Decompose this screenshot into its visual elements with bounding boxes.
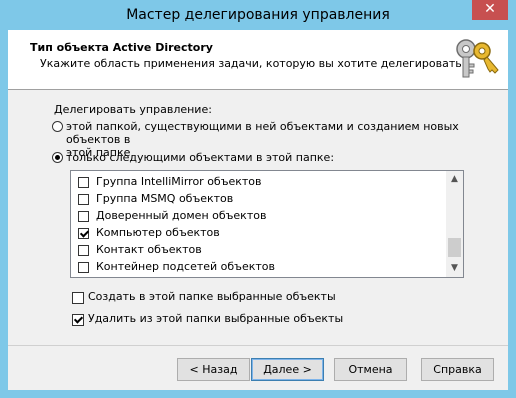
page-subtitle: Укажите область применения задачи, котор… [40, 57, 466, 70]
checkbox[interactable] [78, 261, 89, 273]
checkbox-checked[interactable] [72, 314, 84, 326]
checkbox[interactable] [78, 244, 89, 256]
wizard-window: Мастер делегирования управления ✕ Тип об… [0, 0, 516, 398]
checkbox[interactable] [72, 292, 84, 304]
radio-only-objects-label: только следующими объектами в этой папке… [66, 151, 335, 164]
delete-objects-option[interactable]: Удалить из этой папки выбранные объекты [72, 312, 343, 326]
button-separator [8, 345, 508, 346]
keys-icon [456, 39, 499, 78]
checkbox[interactable] [78, 176, 89, 188]
wizard-header: Тип объекта Active Directory Укажите обл… [8, 30, 508, 90]
scroll-down-icon[interactable]: ▼ [446, 260, 463, 277]
radio-button-selected[interactable] [52, 152, 63, 163]
checkbox[interactable] [78, 193, 89, 205]
list-item[interactable]: Контакт объектов [78, 241, 202, 258]
list-scrollbar[interactable]: ▲ ▼ [446, 171, 463, 277]
radio-button[interactable] [52, 121, 63, 132]
list-item[interactable]: Компьютер объектов [78, 224, 220, 241]
delete-objects-label: Удалить из этой папки выбранные объекты [88, 312, 344, 325]
page-title: Тип объекта Active Directory [30, 41, 213, 54]
title-bar: Мастер делегирования управления ✕ [0, 0, 516, 30]
create-objects-option[interactable]: Создать в этой папке выбранные объекты [72, 290, 336, 304]
scroll-thumb[interactable] [448, 238, 461, 257]
cancel-button[interactable]: Отмена [334, 358, 407, 381]
scroll-up-icon[interactable]: ▲ [446, 171, 463, 188]
delegate-label: Делегировать управление: [54, 103, 212, 116]
checkbox[interactable] [78, 210, 89, 222]
wizard-body: Тип объекта Active Directory Укажите обл… [8, 30, 508, 390]
radio-only-objects[interactable]: только следующими объектами в этой папке… [52, 151, 334, 165]
list-item[interactable]: Группа IntelliMirror объектов [78, 173, 262, 190]
next-button[interactable]: Далее > [251, 358, 324, 381]
list-item[interactable]: Группа MSMQ объектов [78, 190, 233, 207]
object-type-list[interactable]: Группа IntelliMirror объектов Группа MSM… [70, 170, 464, 278]
list-item[interactable]: Контейнер подсетей объектов [78, 258, 275, 275]
list-item[interactable]: Доверенный домен объектов [78, 207, 266, 224]
window-title: Мастер делегирования управления [126, 7, 390, 23]
create-objects-label: Создать в этой папке выбранные объекты [88, 290, 336, 303]
radio-this-folder[interactable]: этой папкой, существующими в ней объекта… [52, 120, 459, 159]
close-button[interactable]: ✕ [472, 0, 508, 20]
help-button[interactable]: Справка [421, 358, 494, 381]
checkbox-checked[interactable] [78, 227, 89, 239]
back-button[interactable]: < Назад [177, 358, 250, 381]
